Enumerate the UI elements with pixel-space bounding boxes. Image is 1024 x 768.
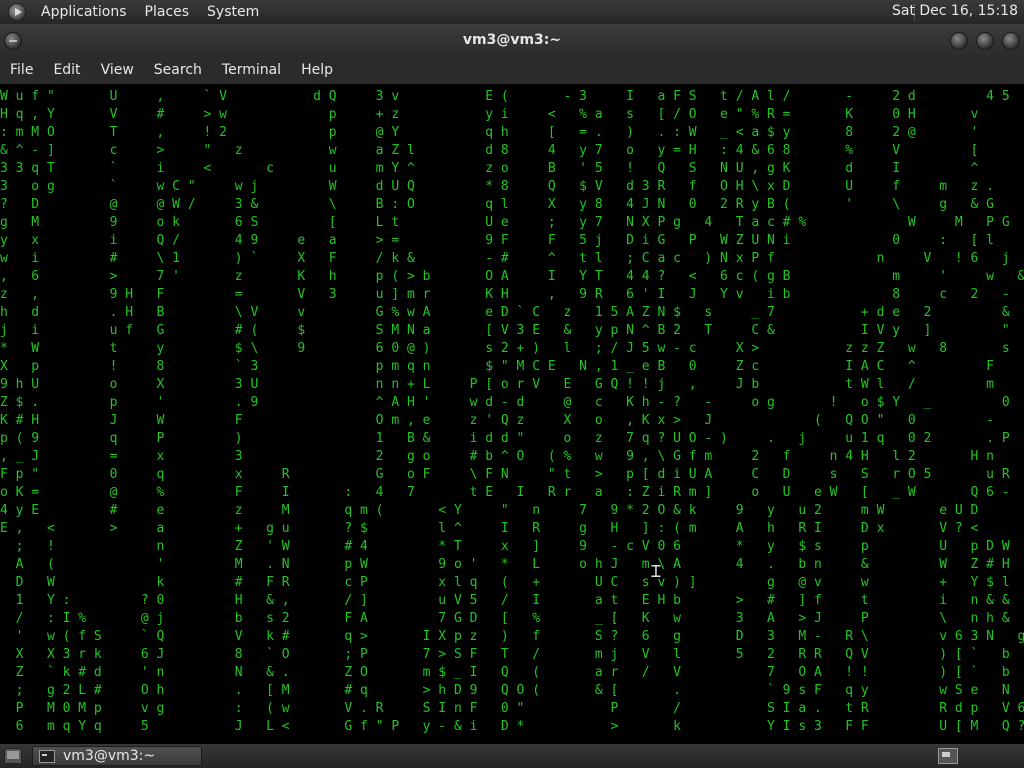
terminal-line: , 6 > 7 ' z K h p ( > b O A I Y T 4 4 ? … [0,269,1024,284]
taskbar-window-label: vm3@vm3:~ [63,748,156,764]
terminal-line: o K = @ % F I : 4 7 t E I R r a : Z i R … [0,485,1010,500]
terminal-line: X p ! 8 ` 3 p m q n $ " M C E N , 1 _ e … [0,359,994,374]
top-panel: Applications Places System Sat Dec 16, 1… [0,0,1024,24]
terminal-line: j i u f G # ( $ S M N a [ V 3 E & y p N … [0,323,1010,338]
terminal-line: h d . H B \ V v G % w A e D ` C z 1 5 A … [0,305,1010,320]
window-title-bar[interactable]: vm3@vm3:~ [0,24,1024,56]
menu-view[interactable]: View [91,62,144,78]
terminal-line: ; g 2 L # O h . [ M # q > h D 9 Q O ( & … [0,683,1010,698]
terminal-line: P M 0 M p v g : ( w V . R S I n F 0 " P … [0,701,1024,716]
menu-terminal[interactable]: Terminal [212,62,291,78]
menu-search[interactable]: Search [144,62,212,78]
terminal-menu-bar: File Edit View Search Terminal Help [0,56,1024,84]
terminal-line: / : I % @ j b s 2 F A 7 G D [ % _ [ K w … [0,611,1010,626]
terminal-line: g M 9 o k 6 S [ L t U e ; y 7 N X P g 4 … [0,215,1024,230]
distro-logo-icon[interactable] [8,3,26,21]
terminal-line: y x i Q / 4 9 e a > = 9 F F 5 j D i G P … [0,233,1024,248]
terminal-line: W u f " U , ` V d Q 3 v E ( - 3 I a F S … [0,89,1010,104]
minimize-button[interactable] [950,32,968,50]
terminal-line: 3 o g ` w C " w j W d U Q * 8 Q $ V d 3 … [0,179,1024,194]
terminal-line: w i # \ 1 ) ` X F / k & - # ^ t l ; C a … [0,251,1010,266]
terminal-line: E , < > a + g u ? $ l ^ I R g H ] : ( m … [0,521,979,536]
terminal-line: D W k # F R c P x l q ( + U C s v ) ] g … [0,575,1010,590]
terminal-line: : m M O T , ! 2 p @ Y q h [ = . ) . : W … [0,125,1024,140]
applications-menu[interactable]: Applications [32,4,136,20]
menu-edit[interactable]: Edit [43,62,90,78]
terminal-line: K # H J W F O m , e z ' Q z X o , K x > … [0,413,994,428]
terminal-line: Z ` k # d ' n N & . Z O m $ _ I Q ( a r … [0,665,1010,680]
maximize-button[interactable] [976,32,994,50]
workspace-switcher-icon[interactable] [938,748,958,764]
terminal-line: p ( 9 q P ) 1 B & i d d " o z 7 q ? U O … [0,431,1010,446]
panel-clock[interactable]: Sat Dec 16, 15:18 [892,3,1018,19]
system-menu[interactable]: System [198,4,268,20]
terminal-line: z , 9 H F = V 3 u ] m r K H , 9 R 6 ' I … [0,287,1024,302]
terminal-line: X X 3 r k 6 J 8 ` O ; P 7 > S F T / m j … [0,647,1010,662]
terminal-line: 4 y E # e z M q m ( < Y " n 7 9 * 2 O & … [0,503,979,518]
taskbar-window-button[interactable]: vm3@vm3:~ [32,746,202,766]
matrix-rain-output: W u f " U , ` V d Q 3 v E ( - 3 I a F S … [0,88,1024,736]
menu-file[interactable]: File [0,62,43,78]
ibeam-cursor-icon: Ꮖ [651,562,662,581]
close-button[interactable] [1002,32,1020,50]
places-menu[interactable]: Places [136,4,199,20]
menu-help[interactable]: Help [291,62,343,78]
terminal-line: Z $ . p ' . 9 ^ A H ' w d - d @ c K h - … [0,395,1010,410]
terminal-line: F p " 0 q x R G o F \ F N " t > p [ d i … [0,467,1010,482]
terminal-line: & ^ - ] c > " z w a Z l d 8 4 y 7 o y = … [0,143,1024,158]
terminal-area[interactable]: W u f " U , ` V d Q 3 v E ( - 3 I a F S … [0,84,1024,744]
terminal-line: A ( ' M . N p W 9 o ' * L o h J m \ A 4 … [0,557,1010,572]
terminal-line: ; ! n Z ' W # 4 * T x ] 9 - c V 0 6 * y … [0,539,1010,554]
terminal-line: 6 m q Y q 5 J L < G f " P y - & i D * > … [0,719,1024,734]
window-title: vm3@vm3:~ [462,32,562,48]
terminal-line: 1 Y : ? 0 H & , / ] u V 5 / I a t E H b … [0,593,1010,608]
terminal-line: ? D @ @ W / 3 & \ B : O q l X y 8 4 J N … [0,197,1024,212]
terminal-line: * W t y $ \ 9 6 0 @ ) s 2 + ) l ; / J 5 … [0,341,1010,356]
terminal-line: 9 h U o X 3 U n n + L P [ o r V E G Q ! … [0,377,994,392]
terminal-line: ' w ( f S ` Q V k # q > I X p z ) f S ? … [0,629,1024,644]
terminal-line: , _ J = x 3 2 g o # b ^ O ( % w 9 , \ G … [0,449,994,464]
bottom-panel: vm3@vm3:~ [0,744,1024,768]
terminal-line: H q , Y V # > w p + z y i < % a s [ / O … [0,107,979,122]
terminal-icon [39,750,55,763]
show-desktop-icon[interactable] [4,748,22,764]
terminal-line: 3 3 q T ` i < c u m Y ^ z o B ' 5 ! Q S … [0,161,1024,176]
